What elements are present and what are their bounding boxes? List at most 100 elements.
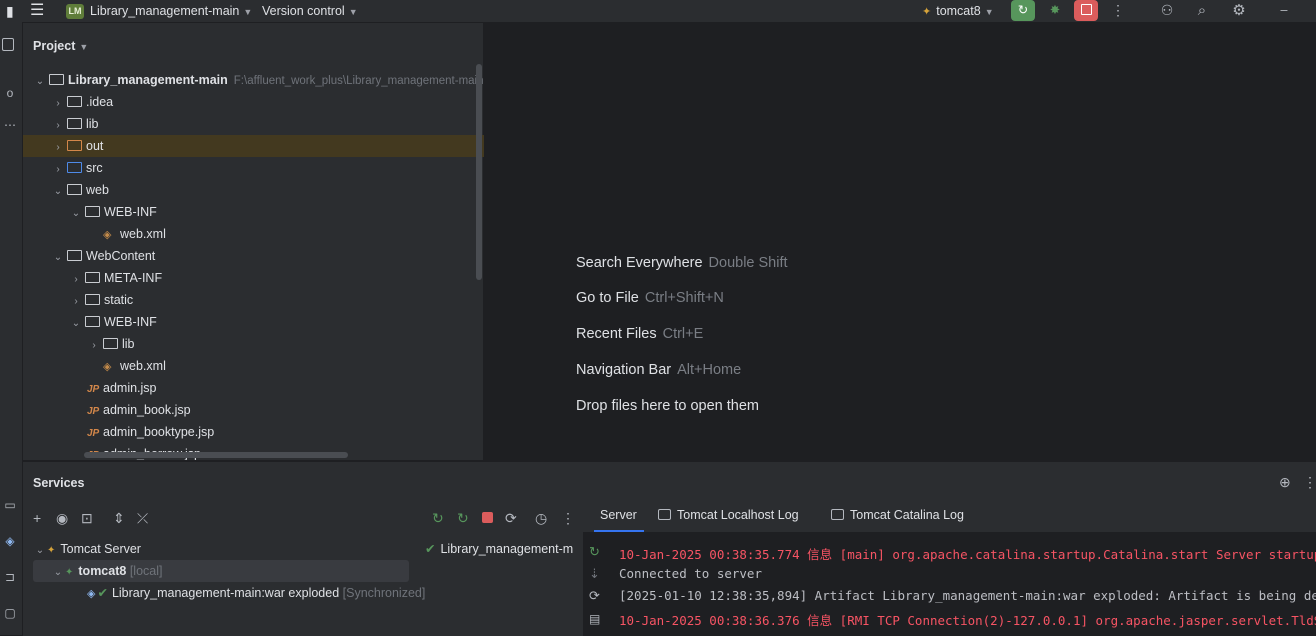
update-icon[interactable]: ⟳	[505, 510, 517, 527]
debug-rerun-icon[interactable]: ↻	[457, 510, 469, 527]
collapse-arrow-icon: ⌄	[53, 567, 63, 578]
deploy-icon[interactable]: ◷	[535, 510, 547, 527]
expand-all-icon[interactable]: ⇕	[113, 510, 125, 527]
service-artifact-label: Library_management-main:war exploded	[111, 586, 340, 600]
jsp-file-icon: JP	[87, 384, 100, 395]
log-line: 10-Jan-2025 00:38:35.774 信息 [main] org.a…	[619, 547, 1316, 562]
collapse-arrow-icon: ⌄	[35, 545, 45, 556]
tab-label: Tomcat Catalina Log	[850, 508, 964, 522]
rerun-icon: ↻	[1017, 3, 1029, 17]
tree-item-web-xml-2[interactable]: ◈ web.xml	[23, 355, 563, 377]
project-badge: LM	[66, 4, 84, 20]
folder-icon	[85, 294, 100, 305]
more-tools-icon[interactable]: ⋯	[2, 118, 18, 132]
stop-button[interactable]	[1074, 0, 1098, 21]
settings-gear-icon[interactable]: ⚙	[1227, 0, 1251, 21]
tree-item-static[interactable]: › static	[23, 289, 529, 311]
more-actions-button[interactable]: ⋮	[1106, 0, 1130, 21]
tab-label: Server	[600, 508, 637, 522]
tree-item-meta-inf[interactable]: › META-INF	[23, 267, 529, 289]
tree-item-label: WEB-INF	[104, 205, 157, 219]
search-icon[interactable]: ⌕	[1190, 0, 1214, 21]
database-icon[interactable]: ▭	[2, 498, 18, 512]
tree-item-label: WEB-INF	[104, 315, 157, 329]
tree-item-admin-book-jsp[interactable]: JP admin_book.jsp	[23, 399, 547, 421]
chevron-down-icon: ▼	[79, 42, 89, 52]
services-panel: Services ⊕ ⋮ + ◉ ⊡ ⇕ ⤫ ↻ ↻ ⟳ ◷ ⋮ ⌄ ✦ Tomca…	[23, 461, 1316, 636]
add-user-icon[interactable]: ⚇	[1155, 0, 1179, 21]
tree-item-label: META-INF	[104, 271, 163, 285]
chevron-down-icon: ▼	[348, 7, 358, 17]
more-icon[interactable]: ⋮	[561, 510, 575, 527]
folder-icon	[103, 338, 118, 349]
tree-item-web[interactable]: ⌄ web	[23, 179, 511, 201]
chevron-down-icon: ▼	[243, 7, 253, 17]
problems-icon[interactable]: ▢	[2, 606, 18, 620]
add-service-icon[interactable]: +	[33, 510, 41, 526]
folder-icon	[67, 96, 82, 107]
more-options-icon[interactable]: ⋮	[1303, 474, 1316, 491]
project-tool-icon[interactable]	[2, 38, 14, 51]
tomcat-icon: ✦	[47, 545, 56, 556]
tree-item-out[interactable]: › out	[23, 135, 511, 157]
tree-item-label: web.xml	[120, 227, 166, 241]
module-folder-icon	[49, 74, 64, 85]
project-switcher[interactable]: LM Library_management-main ▼	[66, 2, 252, 20]
refresh-icon[interactable]: ⟳	[589, 588, 600, 604]
rerun-icon[interactable]: ↻	[432, 510, 444, 527]
tab-label: Tomcat Localhost Log	[677, 508, 799, 522]
debug-button[interactable]: ✸	[1043, 0, 1067, 21]
new-group-icon[interactable]: ⊡	[81, 510, 93, 527]
rerun-button[interactable]: ↻	[1011, 0, 1035, 21]
tree-root[interactable]: ⌄ Library_management-main F:\affluent_work…	[23, 69, 493, 91]
artifact-icon: ◈	[87, 588, 96, 600]
minimize-button[interactable]: –	[1272, 0, 1296, 21]
tab-tomcat-catalina-log[interactable]: Tomcat Catalina Log	[831, 508, 964, 522]
collapse-all-icon[interactable]: ⤫	[137, 510, 148, 527]
tree-item-label: .idea	[86, 95, 114, 109]
check-icon: ✔	[97, 586, 108, 600]
jsp-file-icon: JP	[87, 406, 100, 417]
main-menu-icon[interactable]: ☰	[30, 2, 44, 20]
tree-item-lib-2[interactable]: › lib	[23, 333, 547, 355]
hint-drop-files: Drop files here to open them	[576, 398, 759, 414]
step-icon[interactable]: ⇣	[589, 566, 600, 582]
vcs-menu[interactable]: Version control ▼	[262, 2, 358, 20]
tree-item-web-xml[interactable]: ◈ web.xml	[23, 223, 563, 245]
soft-wrap-icon[interactable]: ▤	[589, 612, 600, 626]
project-panel-header[interactable]: Project ▼	[33, 39, 88, 53]
vcs-label: Version control	[262, 4, 345, 18]
project-panel-title: Project	[33, 39, 76, 53]
folder-icon	[67, 118, 82, 129]
project-vertical-scrollbar[interactable]	[476, 64, 482, 280]
tree-item-lib[interactable]: › lib	[23, 113, 511, 135]
run-config-selector[interactable]: ✦ tomcat8 ▼	[922, 2, 994, 20]
eye-icon[interactable]: ◉	[56, 510, 68, 527]
folder-icon	[67, 184, 82, 195]
deployment-item[interactable]: ✔ Library_management-ma	[425, 538, 573, 560]
tab-server[interactable]: Server	[600, 508, 637, 522]
tree-item-webcontent[interactable]: ⌄ WebContent	[23, 245, 511, 267]
hint-recent-files: Recent Files Ctrl+E	[576, 326, 704, 342]
tree-item-idea[interactable]: › .idea	[23, 91, 511, 113]
project-horizontal-scrollbar[interactable]	[84, 452, 348, 458]
rerun-side-icon[interactable]: ↻	[589, 544, 600, 560]
expand-arrow-icon: ›	[56, 164, 60, 175]
console-output[interactable]: ↻ ⇣ ⟳ ▤ 10-Jan-2025 00:38:35.774 信息 [mai…	[583, 532, 1316, 636]
terminal-icon[interactable]: ⊐	[2, 570, 18, 584]
tree-item-web-inf[interactable]: ⌄ WEB-INF	[23, 201, 529, 223]
stop-service-icon[interactable]	[482, 512, 493, 523]
service-tomcat-server[interactable]: ⌄ ✦ Tomcat Server	[33, 538, 141, 560]
services-tool-icon[interactable]: ◈	[2, 534, 18, 548]
tree-item-web-inf-2[interactable]: ⌄ WEB-INF	[23, 311, 529, 333]
tree-item-src[interactable]: › src	[23, 157, 511, 179]
tree-item-admin-jsp[interactable]: JP admin.jsp	[23, 377, 547, 399]
target-icon[interactable]: ⊕	[1279, 474, 1291, 491]
commit-tool-icon[interactable]: o	[2, 86, 18, 100]
service-instance-tomcat8[interactable]: ⌄ ✦ tomcat8 [local]	[33, 560, 409, 582]
services-title: Services	[33, 476, 85, 490]
tree-item-label: lib	[122, 337, 135, 351]
tree-item-admin-booktype-jsp[interactable]: JP admin_booktype.jsp	[23, 421, 547, 443]
tab-tomcat-localhost-log[interactable]: Tomcat Localhost Log	[658, 508, 799, 522]
service-artifact[interactable]: ◈ ✔ Library_management-main:war exploded […	[87, 582, 425, 604]
